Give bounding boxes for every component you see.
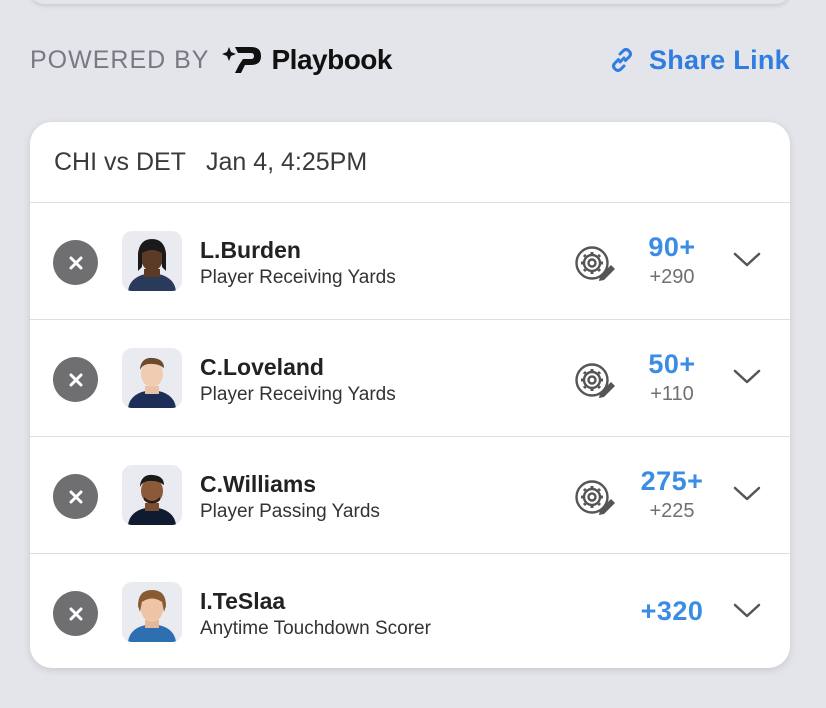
close-icon bbox=[69, 373, 82, 386]
odds-line: +320 bbox=[640, 596, 704, 626]
market-label: Player Receiving Yards bbox=[200, 384, 396, 405]
player-avatar bbox=[122, 582, 182, 642]
powered-by: POWERED BY Playbook bbox=[30, 43, 392, 77]
chevron-down-icon[interactable] bbox=[732, 485, 762, 503]
game-datetime: Jan 4, 4:25PM bbox=[205, 147, 368, 176]
odds-line: 275+ bbox=[640, 466, 704, 496]
leg-row: I.TeSlaa Anytime Touchdown Scorer +320 bbox=[30, 554, 790, 668]
playbook-brand: Playbook bbox=[221, 43, 392, 77]
gear-edit-icon[interactable] bbox=[573, 360, 617, 400]
chevron-down-icon[interactable] bbox=[732, 368, 762, 386]
odds-price: +225 bbox=[649, 500, 695, 522]
remove-leg-button[interactable] bbox=[53, 240, 98, 285]
share-link-label: Share Link bbox=[648, 44, 790, 75]
gear-edit-icon[interactable] bbox=[573, 477, 617, 517]
remove-leg-button[interactable] bbox=[53, 357, 98, 402]
odds-price: +290 bbox=[649, 266, 695, 288]
playbook-logo-icon bbox=[222, 47, 262, 73]
chevron-down-icon[interactable] bbox=[732, 602, 762, 620]
gear-edit-icon[interactable] bbox=[573, 243, 617, 283]
close-icon bbox=[69, 256, 82, 269]
odds[interactable]: 50+ +110 bbox=[628, 348, 716, 408]
odds-price: +110 bbox=[650, 383, 694, 405]
odds[interactable]: +320 bbox=[628, 595, 716, 627]
leg-info: C.Loveland Player Receiving Yards bbox=[200, 353, 396, 408]
odds-line: 90+ bbox=[648, 232, 696, 262]
game-header: CHI vs DET Jan 4, 4:25PM bbox=[30, 122, 790, 203]
market-label: Player Passing Yards bbox=[200, 501, 380, 522]
leg-info: I.TeSlaa Anytime Touchdown Scorer bbox=[200, 587, 431, 642]
powered-by-label: POWERED BY bbox=[30, 45, 210, 74]
player-name: C.Williams bbox=[200, 471, 317, 497]
remove-leg-button[interactable] bbox=[53, 591, 98, 636]
chevron-down-icon[interactable] bbox=[732, 251, 762, 269]
leg-row: L.Burden Player Receiving Yards 90+ +290 bbox=[30, 203, 790, 320]
leg-row: C.Loveland Player Receiving Yards 50+ +1… bbox=[30, 320, 790, 437]
remove-leg-button[interactable] bbox=[53, 474, 98, 519]
leg-info: C.Williams Player Passing Yards bbox=[200, 470, 380, 525]
matchup: CHI vs DET bbox=[54, 147, 186, 176]
player-avatar bbox=[122, 348, 182, 408]
brand-name: Playbook bbox=[271, 44, 392, 75]
previous-card-edge bbox=[30, 0, 790, 4]
header-bar: POWERED BY Playbook Share Link bbox=[30, 38, 790, 82]
leg-info: L.Burden Player Receiving Yards bbox=[200, 236, 396, 291]
link-icon bbox=[611, 48, 632, 72]
close-icon bbox=[69, 607, 82, 620]
share-link-button[interactable]: Share Link bbox=[609, 45, 790, 76]
odds-line: 50+ bbox=[648, 349, 696, 379]
player-name: L.Burden bbox=[200, 237, 301, 263]
market-label: Anytime Touchdown Scorer bbox=[200, 618, 431, 639]
player-name: C.Loveland bbox=[200, 354, 324, 380]
player-avatar bbox=[122, 231, 182, 291]
player-avatar bbox=[122, 465, 182, 525]
bet-slip-card: CHI vs DET Jan 4, 4:25PM L.Burden Player… bbox=[30, 122, 790, 668]
market-label: Player Receiving Yards bbox=[200, 267, 396, 288]
odds[interactable]: 90+ +290 bbox=[628, 231, 716, 291]
player-name: I.TeSlaa bbox=[200, 588, 286, 614]
leg-row: C.Williams Player Passing Yards 275+ +22… bbox=[30, 437, 790, 554]
odds[interactable]: 275+ +225 bbox=[628, 465, 716, 525]
close-icon bbox=[69, 490, 82, 503]
